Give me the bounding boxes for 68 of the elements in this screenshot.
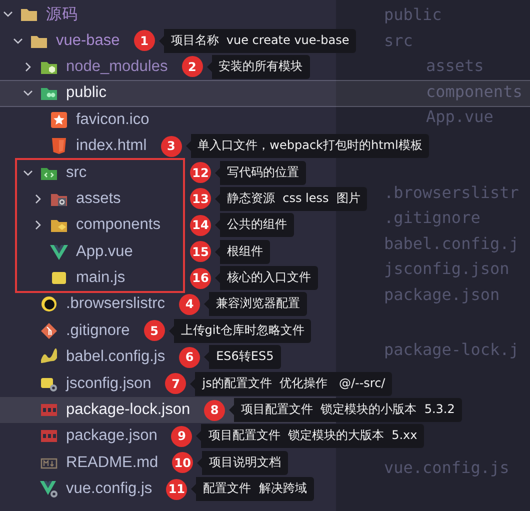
ghost-text: vue.config.js [384,456,510,478]
file-name[interactable]: .browserslistrc [66,295,166,314]
number-badge: 9 [171,426,192,447]
file-name[interactable]: favicon.ico [76,110,150,129]
file-name[interactable]: node_modules [66,58,168,76]
folder-name[interactable]: src [66,164,87,182]
annotation-tooltip: 上传git仓库时忽略文件 [168,318,312,343]
file-name[interactable]: assets [76,190,121,208]
v-shape-icon [50,242,68,261]
file-name[interactable]: components [76,216,160,234]
annotation-tooltip: 公共的组件 [215,213,294,238]
number-badge: 4 [179,294,200,315]
v-shape-gear-icon [40,480,58,498]
ghost-text: package.json [384,284,500,306]
annotation-tooltip: 项目名称 vue create vue-base [158,28,356,53]
ghost-text: .browserslistr [384,182,519,204]
number-badge: 14 [190,214,211,236]
number-badge: 10 [172,452,194,474]
file-name[interactable]: package-lock.json [66,401,190,420]
number-badge: 11 [166,478,188,500]
ghost-text: assets [426,55,484,77]
annotation-tooltip: 根组件 [215,240,270,264]
number-badge: 8 [204,400,226,421]
number-badge: 5 [144,320,165,342]
ring-icon [40,295,58,314]
ghost-text: .gitignore [384,207,480,229]
number-badge: 6 [179,346,200,368]
ghost-text: App.vue [426,106,494,128]
file-name[interactable]: .gitignore [66,322,130,340]
file-name[interactable]: vue.config.js [66,480,152,498]
ghost-text: public [384,4,442,26]
annotation-tooltip: 安装的所有模块 [206,54,310,79]
file-name[interactable]: App.vue [76,242,133,261]
annotation-tooltip: js的配置文件 优化操作 @/--src/ [190,372,392,396]
number-badge: 1 [134,30,155,52]
ghost-text: components [426,80,522,102]
number-badge: 7 [165,373,186,394]
annotation-tooltip: 项目配置文件 锁定模块的小版本 5.3.2 [229,398,462,422]
file-name[interactable]: README.md [66,454,158,472]
ghost-text: jsconfig.json [384,258,510,280]
file-name[interactable]: package.json [66,427,158,446]
file-name[interactable]: index.html [76,137,147,156]
shield-icon [50,137,68,156]
annotation-tooltip: 静态资源 css less 图片 [215,186,368,211]
annotation-tooltip: 项目说明文档 [197,450,288,475]
annotation-tooltip: 兼容浏览器配置 [204,292,308,316]
annotation-tooltip: 核心的入口文件 [215,266,318,290]
ghost-text: src [384,30,413,52]
file-name[interactable]: main.js [76,269,126,288]
annotation-tooltip: 项目配置文件 锁定模块的大版本 5.xx [196,424,424,448]
number-badge: 16 [190,268,211,289]
number-badge: 13 [190,188,211,210]
number-badge: 3 [160,136,182,157]
number-badge: 12 [190,162,211,184]
annotation-tooltip: ES6转ES5 [204,345,281,370]
file-name[interactable]: jsconfig.json [66,374,152,393]
annotation-tooltip: 写代码的位置 [215,160,306,185]
number-badge: 2 [182,56,203,78]
diamond-icon [40,322,58,340]
annotation-tooltip: 单入口文件，webpack打包时的html模板 [186,134,430,158]
file-name[interactable]: babel.config.js [66,348,166,366]
ghost-text: package-lock.j [384,339,519,361]
number-badge: 15 [190,241,211,262]
folder-name[interactable]: public [66,84,106,102]
folder-name[interactable]: vue-base [56,32,120,50]
folder-name[interactable]: 源码 [46,4,78,25]
annotation-tooltip: 配置文件 解决跨域 [191,477,314,502]
ghost-text: babel.config.j [384,232,519,254]
